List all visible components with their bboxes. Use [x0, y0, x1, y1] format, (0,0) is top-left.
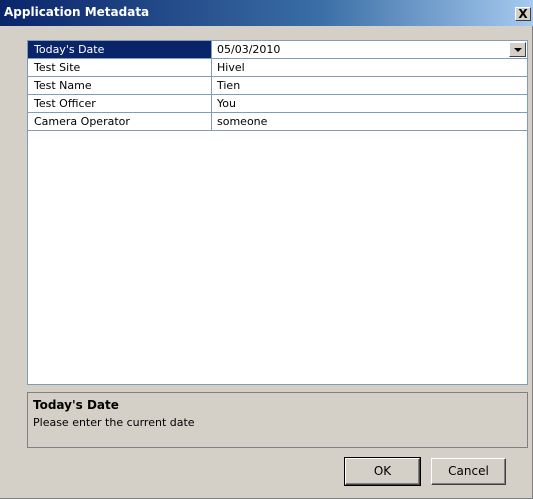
title-bar[interactable]: Application Metadata X [0, 0, 533, 26]
property-row-test-name[interactable]: Test Name Tien [28, 77, 527, 95]
property-grid[interactable]: Today's Date 05/03/2010 Test Site Hivel … [27, 40, 528, 385]
property-row-test-officer[interactable]: Test Officer You [28, 95, 527, 113]
property-name[interactable]: Test Officer [28, 95, 212, 112]
property-value[interactable]: You [212, 95, 527, 112]
help-description: Please enter the current date [33, 416, 195, 429]
property-row-todays-date[interactable]: Today's Date 05/03/2010 [28, 41, 527, 59]
window-title: Application Metadata [4, 5, 150, 19]
close-icon: X [518, 7, 528, 21]
help-title: Today's Date [33, 398, 119, 412]
chevron-down-icon [514, 48, 522, 52]
property-name[interactable]: Today's Date [28, 41, 212, 58]
property-name[interactable]: Test Name [28, 77, 212, 94]
cancel-button[interactable]: Cancel [431, 458, 506, 485]
property-name[interactable]: Camera Operator [28, 113, 212, 130]
property-value[interactable]: someone [212, 113, 527, 130]
date-dropdown-button[interactable] [509, 42, 526, 57]
property-value[interactable]: Tien [212, 77, 527, 94]
property-value[interactable]: Hivel [212, 59, 527, 76]
property-name[interactable]: Test Site [28, 59, 212, 76]
property-row-camera-operator[interactable]: Camera Operator someone [28, 113, 527, 131]
help-panel: Today's Date Please enter the current da… [27, 392, 528, 448]
date-value: 05/03/2010 [217, 43, 281, 56]
ok-button[interactable]: OK [344, 457, 421, 486]
property-row-test-site[interactable]: Test Site Hivel [28, 59, 527, 77]
close-button[interactable]: X [515, 7, 531, 21]
property-value-date[interactable]: 05/03/2010 [212, 41, 527, 58]
metadata-dialog: Application Metadata X Today's Date 05/0… [0, 0, 533, 499]
